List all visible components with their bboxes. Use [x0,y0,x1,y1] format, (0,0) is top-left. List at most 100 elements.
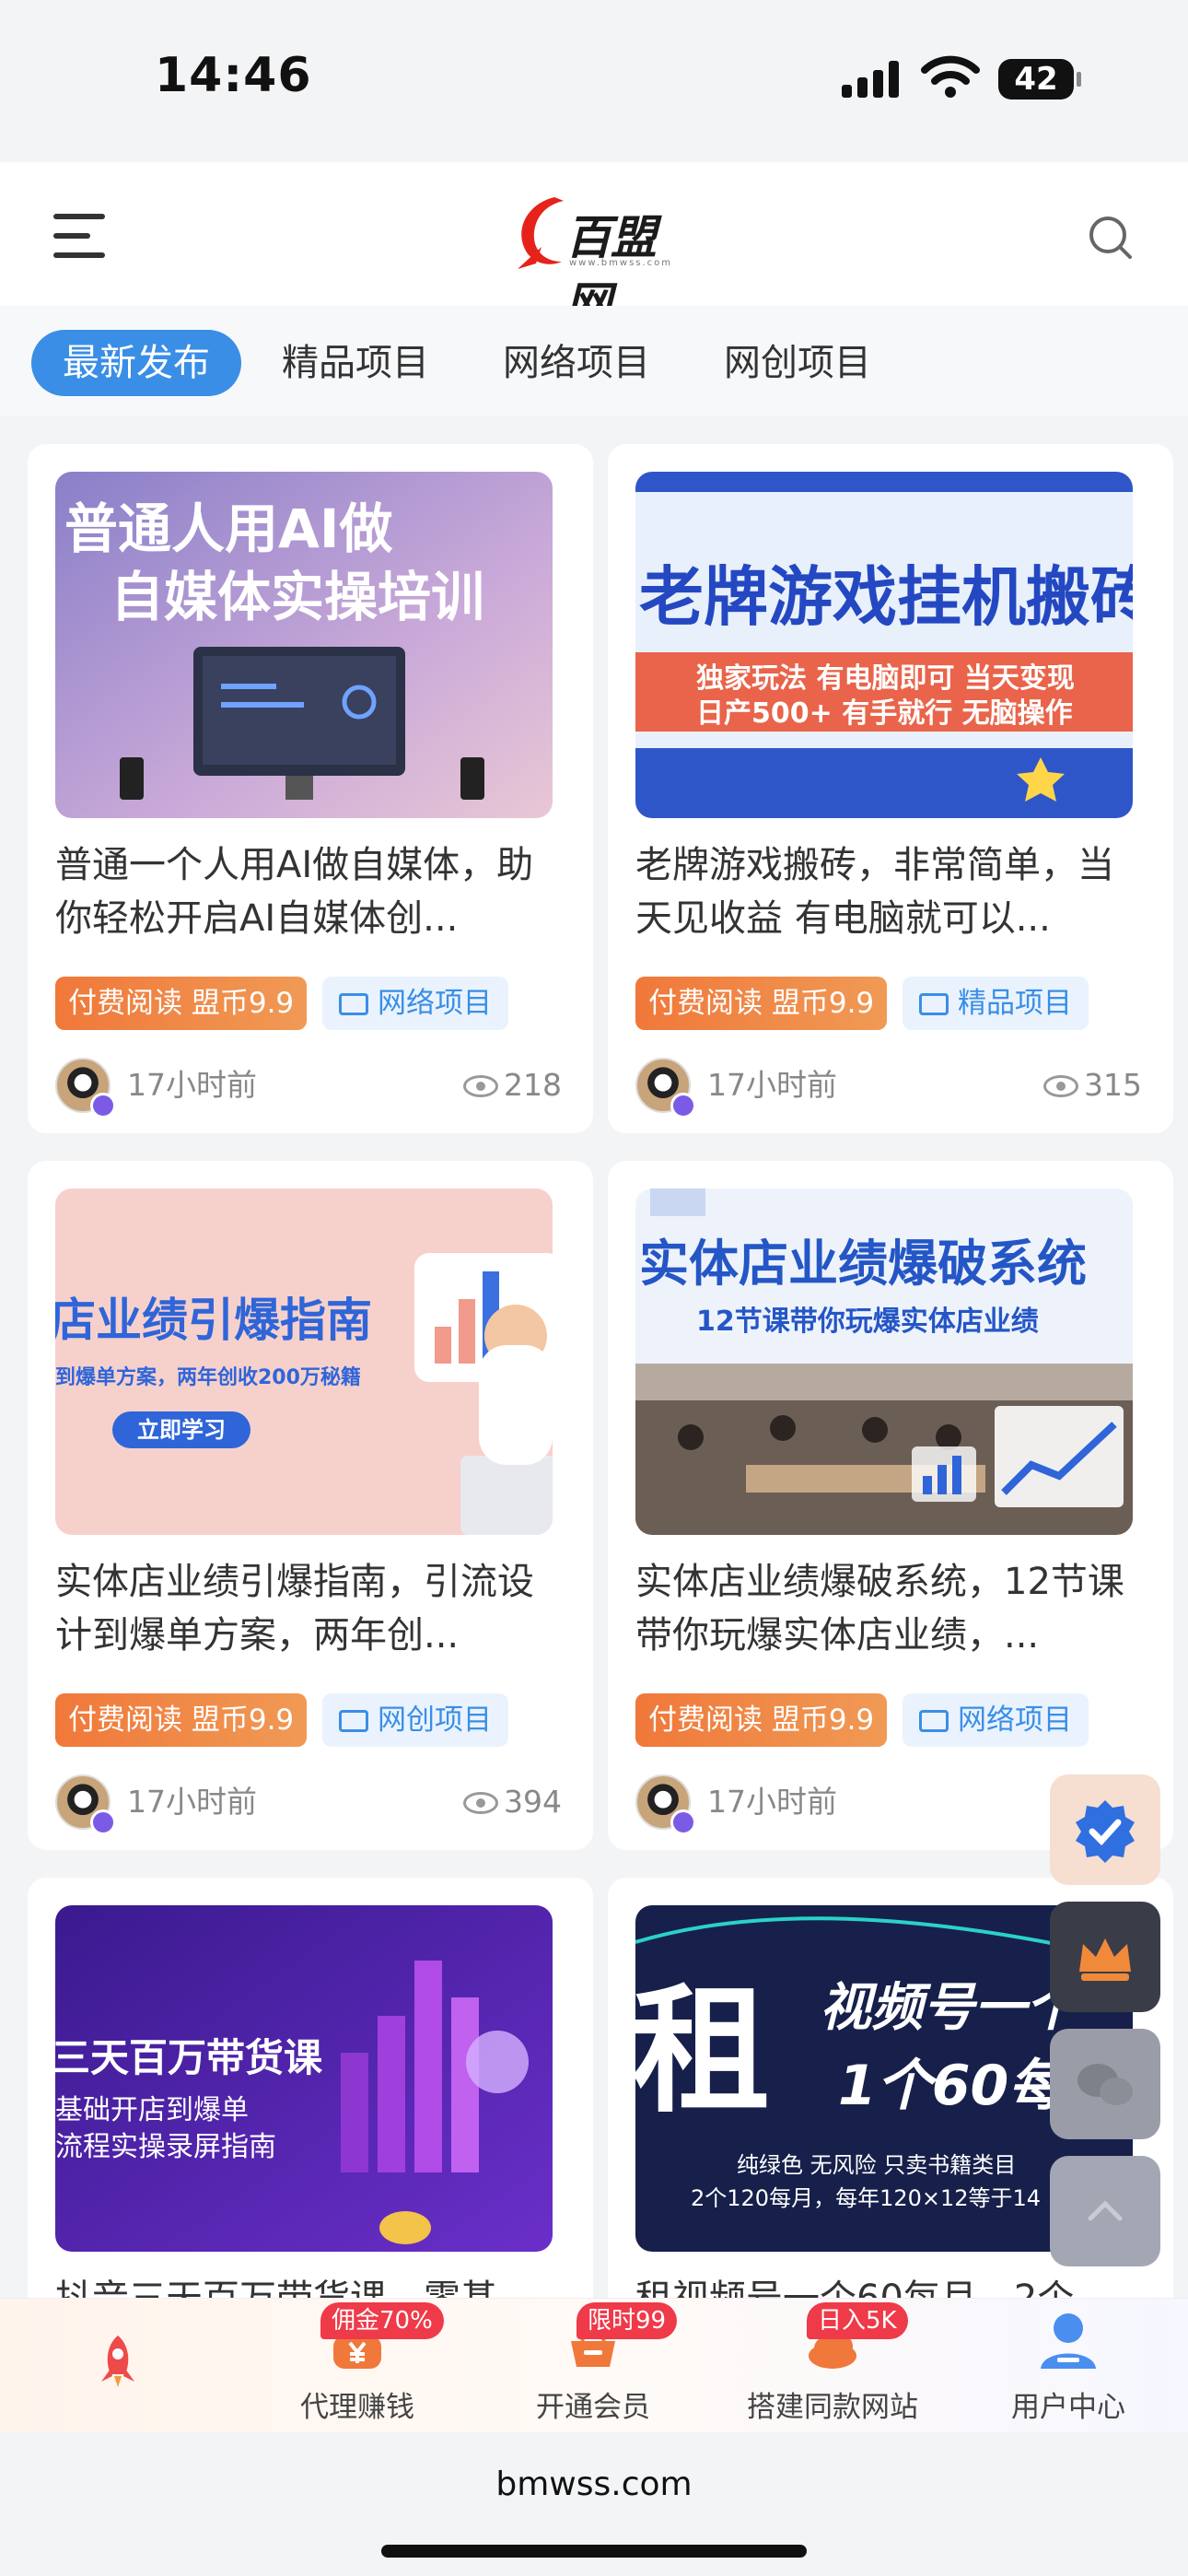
battery-icon: 42 [998,59,1081,100]
site-header: 百盟网 www.bmwss.com [0,162,1188,331]
thumb-text: 12节课带你玩爆实体店业绩 [696,1306,1039,1338]
paid-tag: 付费阅读 盟币9.9 [635,1693,888,1747]
crown-icon [1079,1938,1131,1981]
status-bar: 14:46 42 [0,0,1188,162]
wechat-icon [1077,2064,1133,2105]
back-to-top-fab[interactable] [1050,2156,1160,2266]
wifi-icon [921,55,980,98]
eye-icon [463,1792,498,1814]
thumb-text: 租 [635,1972,770,2132]
publish-time: 17小时前 [127,1067,257,1103]
bottom-nav: 佣金70% 代理赚钱 限时99 开通会员 日入5K 搭建同款网站 用户中心 [0,2298,1188,2432]
eye-icon [463,1075,498,1097]
article-card[interactable]: 店业绩引爆指南 到爆单方案，两年创收200万秘籍 立即学习 实体店业绩引爆指南，… [28,1161,593,1850]
article-thumbnail[interactable]: 老牌游戏挂机搬砖 独家玩法 有电脑即可 当天变现 日产500+ 有手就行 无脑操… [635,472,1133,818]
thumb-text: 1个60每 [838,2054,1071,2118]
article-thumbnail[interactable]: 店业绩引爆指南 到爆单方案，两年创收200万秘籍 立即学习 [55,1188,553,1535]
nav-label: 代理赚钱 [300,2391,414,2424]
paid-tag: 付费阅读 盟币9.9 [55,977,308,1030]
category-tag[interactable]: 网创项目 [322,1693,508,1747]
article-title[interactable]: 实体店业绩爆破系统，12节课带你玩爆实体店业绩，... [635,1555,1142,1662]
category-tabs: 最新发布 精品项目 网络项目 网创项目 [0,306,1188,416]
nav-label: 搭建同款网站 [747,2391,918,2424]
menu-icon[interactable] [53,214,105,258]
publish-time: 17小时前 [707,1067,837,1103]
browser-url-bar[interactable]: bmwss.com [0,2432,1188,2576]
search-icon[interactable] [1087,214,1135,262]
wechat-fab[interactable] [1050,2029,1160,2139]
url-text[interactable]: bmwss.com [0,2465,1188,2503]
thumb-text: 基础开店到爆单 [55,2094,249,2126]
nav-user-center[interactable]: 用户中心 [967,2299,1170,2433]
folder-icon [339,993,368,1015]
article-card[interactable]: 普通人用AI做 自媒体实操培训 普通一个人用AI做自媒体，助你轻松开启AI自媒体… [28,444,593,1133]
view-count: 394 [463,1774,562,1830]
category-label: 网络项目 [958,1704,1072,1737]
thumb-text: 普通人用AI做 [64,498,392,560]
vip-fab[interactable] [1050,1902,1160,2012]
article-card[interactable]: 实体店业绩爆破系统 12节课带你玩爆实体店业绩 实体店业绩爆破系统，12节课带你… [608,1161,1173,1850]
category-tag[interactable]: 网络项目 [322,977,508,1030]
nav-agent[interactable]: 佣金70% 代理赚钱 [256,2299,459,2433]
view-count-value: 315 [1084,1067,1142,1103]
thumb-text: 流程实操录屏指南 [55,2131,276,2163]
thumb-text: 自媒体实操培训 [111,566,484,628]
folder-icon [919,1710,949,1732]
tab-network[interactable]: 网络项目 [503,330,650,396]
category-tag[interactable]: 网络项目 [903,1693,1089,1747]
nav-build-site[interactable]: 日入5K 搭建同款网站 [731,2299,934,2433]
tab-latest[interactable]: 最新发布 [31,330,241,396]
publish-time: 17小时前 [707,1784,837,1820]
tab-startup[interactable]: 网创项目 [724,330,871,396]
article-thumbnail[interactable]: 三天百万带货课 基础开店到爆单 流程实操录屏指南 [55,1905,553,2252]
thumb-button: 立即学习 [137,1417,226,1443]
thumb-text: 视频号一个 [820,1978,1084,2038]
nav-label: 用户中心 [1011,2391,1125,2424]
article-title[interactable]: 普通一个人用AI做自媒体，助你轻松开启AI自媒体创... [55,838,562,945]
paid-tag: 付费阅读 盟币9.9 [635,977,888,1030]
tab-premium[interactable]: 精品项目 [282,330,429,396]
verify-fab[interactable] [1050,1774,1160,1885]
limited-time-badge: 限时99 [577,2302,678,2339]
thumb-text: 老牌游戏挂机搬砖 [639,559,1133,635]
paid-tag: 付费阅读 盟币9.9 [55,1693,308,1747]
view-count-value: 394 [504,1784,562,1820]
logo-subtext: www.bmwss.com [569,258,673,268]
nav-home[interactable] [17,2299,219,2433]
view-count: 315 [1043,1058,1142,1113]
signal-icon [842,61,901,98]
user-icon [1041,2313,1096,2369]
home-indicator[interactable] [381,2545,807,2558]
view-count-value: 218 [504,1067,562,1103]
verified-check-icon [1076,1800,1135,1863]
thumb-text: 三天百万带货课 [55,2035,322,2080]
thumb-text: 独家玩法 有电脑即可 当天变现 [696,662,1075,695]
folder-icon [339,1710,368,1732]
thumb-text: 2个120每月，每年120×12等于14 [691,2185,1041,2211]
article-thumbnail[interactable]: 实体店业绩爆破系统 12节课带你玩爆实体店业绩 [635,1188,1133,1535]
category-label: 精品项目 [958,987,1072,1020]
article-title[interactable]: 老牌游戏搬砖，非常简单，当天见收益 有电脑就可以... [635,838,1142,945]
category-tag[interactable]: 精品项目 [903,977,1089,1030]
thumb-text: 实体店业绩爆破系统 [639,1235,1087,1293]
thumb-text: 日产500+ 有手就行 无脑操作 [696,697,1073,730]
category-label: 网络项目 [378,987,492,1020]
verified-badge-icon [670,1809,696,1835]
nav-membership[interactable]: 限时99 开通会员 [492,2299,694,2433]
article-card[interactable]: 老牌游戏挂机搬砖 独家玩法 有电脑即可 当天变现 日产500+ 有手就行 无脑操… [608,444,1173,1133]
category-label: 网创项目 [378,1704,492,1737]
thumb-text: 到爆单方案，两年创收200万秘籍 [55,1365,361,1389]
site-logo[interactable]: 百盟网 www.bmwss.com [508,188,680,331]
nav-label: 开通会员 [536,2391,650,2424]
thumb-text: 纯绿色 无风险 只卖书籍类目 [737,2152,1016,2178]
article-title[interactable]: 实体店业绩引爆指南，引流设计到爆单方案，两年创... [55,1555,562,1662]
publish-time: 17小时前 [127,1784,257,1820]
rocket-icon [101,2336,134,2387]
status-time: 14:46 [155,48,312,103]
verified-badge-icon [90,1093,116,1118]
article-thumbnail[interactable]: 普通人用AI做 自媒体实操培训 [55,472,553,818]
eye-icon [1043,1075,1078,1097]
commission-badge: 佣金70% [320,2302,444,2339]
chevron-up-icon [1088,2200,1123,2221]
view-count: 218 [463,1058,562,1113]
